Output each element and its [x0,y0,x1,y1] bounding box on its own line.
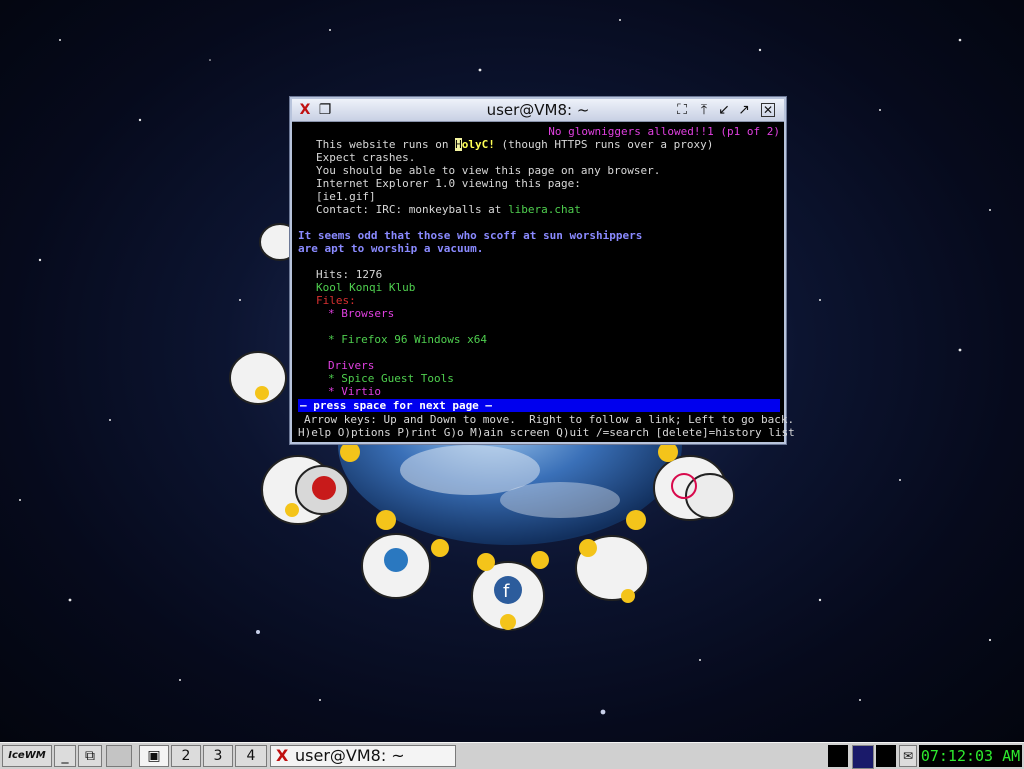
status-prompt: — press space for next page — [300,399,493,412]
image-placeholder: [ie1.gif] [316,190,376,203]
cpu-monitor [828,745,848,767]
svg-text:f: f [503,581,510,602]
start-menu-label: IceWM [8,750,46,761]
contact-line: Contact: IRC: monkeyballs at libera.chat [316,203,581,216]
taskbar: IceWM _ ⧉ ▣ 2 3 4 X user@VM8: ~ ✉ 07:12:… [0,742,1024,769]
kool-konqi-klub-link[interactable]: Kool Konqi Klub [316,281,415,294]
intro-line-1: This website runs on HolyC! (though HTTP… [316,138,713,151]
drivers-link[interactable]: Drivers [328,359,374,372]
tile-icon[interactable]: ⛶ [674,102,690,118]
intro-line-2: Expect crashes. [316,151,416,164]
task-button-terminal[interactable]: X user@VM8: ~ [270,745,456,767]
hit-counter: Hits: 1276 [316,268,383,281]
files-heading: Files: [316,294,356,307]
clock[interactable]: 07:12:03 AM [919,745,1022,767]
minimize-icon[interactable]: ↙ [716,102,732,118]
workspace-2[interactable]: 2 [171,745,201,767]
intro-line-3: You should be able to view this page on … [316,164,661,177]
browsers-link[interactable]: * Browsers [328,307,394,320]
terminal-window[interactable]: X ❐ user@VM8: ~ ⛶ ⤒ ↙ ↗ ✕ No glowniggers… [290,97,795,444]
intro-line-1-pre: This website runs on [316,138,456,151]
spice-guest-tools-link[interactable]: * Spice Guest Tools [328,372,454,385]
workspace-4[interactable]: 4 [235,745,267,767]
page-indicator: No glowniggers allowed!!1 (p1 of 2) [548,125,780,138]
window-list-icon: ⧉ [85,748,95,764]
quote-line-2: are apt to worship a vacuum. [298,242,484,255]
maximize-icon[interactable]: ↗ [736,102,752,118]
desktop-background: f X ❐ user@VM8: ~ ⛶ ⤒ ↙ ↗ ✕ No glownigge… [0,0,1024,742]
x-terminal-icon: X [276,746,289,765]
task-title: user@VM8: ~ [295,746,405,765]
window-titlebar[interactable]: X ❐ user@VM8: ~ ⛶ ⤒ ↙ ↗ ✕ [292,99,784,122]
help-line-1: Arrow keys: Up and Down to move. Right t… [304,413,795,426]
libera-chat-link[interactable]: libera.chat [508,203,581,216]
mem-monitor [876,745,896,767]
close-icon[interactable]: ✕ [761,103,775,117]
quote-line-1: It seems odd that those who scoff at sun… [298,229,643,242]
contact-label: Contact: IRC: monkeyballs at [316,203,509,216]
workspace-3[interactable]: 3 [203,745,233,767]
holyc-link[interactable]: olyC! [462,138,495,151]
mail-icon[interactable]: ✉ [899,745,917,767]
window-list-button[interactable]: ⧉ [78,745,102,767]
text-cursor: H [455,138,462,151]
net-monitor [852,745,874,769]
help-line-2: H)elp O)ptions P)rint G)o M)ain screen Q… [298,426,795,439]
virtio-link[interactable]: * Virtio [328,385,381,398]
workspace-1[interactable]: ▣ [139,745,169,767]
start-menu-button[interactable]: IceWM [2,745,52,767]
intro-line-1-post: (though HTTPS runs over a proxy) [494,138,714,151]
status-bar: — press space for next page — [298,399,780,412]
lynx-browser-view[interactable]: No glowniggers allowed!!1 (p1 of 2) This… [298,123,795,439]
monitor-icon: ▣ [147,748,161,764]
firefox-link[interactable]: * Firefox 96 Windows x64 [328,333,487,346]
intro-line-4: Internet Explorer 1.0 viewing this page: [316,177,581,190]
raise-icon[interactable]: ⤒ [696,102,712,118]
taskbar-spacer [106,745,132,767]
show-desktop-button[interactable]: _ [54,745,76,767]
